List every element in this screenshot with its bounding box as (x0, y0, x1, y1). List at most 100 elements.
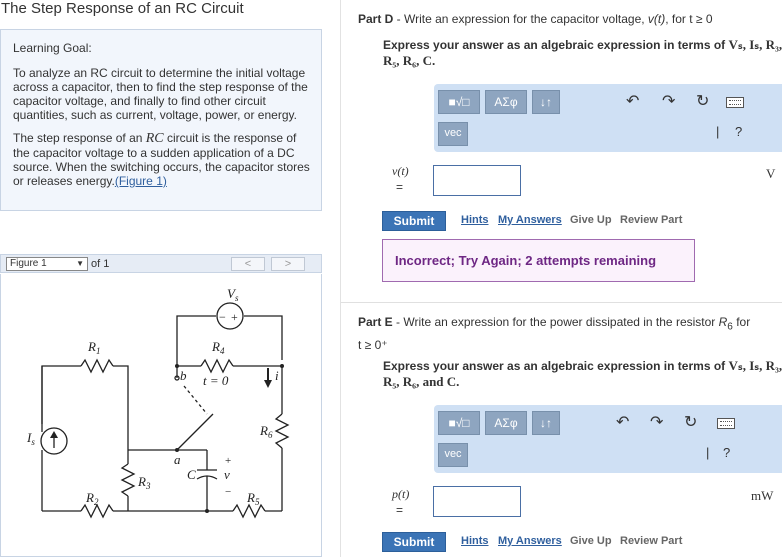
vs-plus-minus: − (219, 310, 226, 324)
circuit-diagram: Vs − + R1 R4 b t = 0 i R6 Is a + C v − R… (26, 286, 290, 519)
templates-button[interactable]: ■√□ (438, 411, 480, 435)
current-source-arrowhead (50, 431, 58, 438)
c-label: C (187, 467, 196, 482)
figure-count: of 1 (91, 258, 110, 270)
part-d-instr-syms: Vₛ, Iₛ, R₃, (728, 37, 782, 52)
learning-goal-title: Learning Goal: (13, 41, 92, 55)
part-e-tail: for (732, 315, 751, 329)
help-button[interactable]: ? (723, 445, 730, 460)
reset-icon[interactable]: ↻ (696, 94, 709, 110)
redo-icon[interactable]: ↷ (662, 94, 675, 110)
part-d-equals: = (396, 180, 404, 194)
prev-figure-button[interactable]: < (231, 257, 265, 271)
part-d-heading: Part D - Write an expression for the cap… (358, 12, 713, 26)
redo-icon[interactable]: ↷ (650, 415, 663, 431)
wire-top-left (176, 315, 216, 354)
part-e-my-answers-link[interactable]: My Answers (498, 535, 562, 547)
part-e-heading: Part E - Write an expression for the pow… (358, 313, 782, 354)
part-e-math-toolbar: ■√□ ΑΣφ ↓↑ vec ↶ ↷ ↻ | ? (434, 405, 782, 473)
part-e-label: Part E (358, 315, 393, 329)
r5-label: R5 (246, 490, 260, 507)
cap-plus: + (225, 455, 231, 467)
arrows-button[interactable]: ↓↑ (532, 411, 560, 435)
part-d-label: Part D (358, 12, 394, 26)
toolbar-divider: | (716, 124, 720, 139)
templates-button[interactable]: ■√□ (438, 90, 480, 114)
part-d-text: - Write an expression for the capacitor … (393, 12, 648, 26)
part-e-review-part-link[interactable]: Review Part (620, 535, 682, 547)
part-divider (341, 302, 782, 303)
r1-resistor (80, 358, 114, 374)
r6-resistor (274, 413, 290, 449)
part-e-answer-input[interactable] (433, 486, 521, 517)
part-d-instr-line2: R₅, R₆, C. (383, 53, 436, 68)
r5-resistor (232, 503, 266, 519)
part-d-answer-input[interactable] (433, 165, 521, 196)
undo-icon[interactable]: ↶ (616, 415, 629, 431)
current-i-arrowhead (264, 380, 272, 388)
greek-symbols-button[interactable]: ΑΣφ (485, 90, 527, 114)
part-e-give-up-link[interactable]: Give Up (570, 535, 612, 547)
figure-panel: Vs − + R1 R4 b t = 0 i R6 Is a + C v − R… (0, 274, 322, 557)
part-d-units: V (766, 166, 776, 181)
keyboard-icon[interactable] (717, 418, 735, 429)
part-d-math-toolbar: ■√□ ΑΣφ ↓↑ vec ↶ ↷ ↻ | ? (434, 84, 782, 152)
part-d-my-answers-link[interactable]: My Answers (498, 214, 562, 226)
r4-resistor (200, 358, 234, 374)
r3-resistor (120, 463, 136, 497)
toolbar-divider: | (706, 445, 710, 460)
b-label: b (180, 368, 187, 383)
part-d-var: v(t) (647, 12, 666, 26)
r3-label: R3 (137, 474, 151, 491)
r1-label: R1 (87, 339, 100, 356)
r4-label: R4 (211, 339, 225, 356)
r2-label: R2 (85, 490, 99, 507)
is-label: Is (26, 430, 35, 447)
reset-icon[interactable]: ↻ (684, 415, 697, 431)
keyboard-icon[interactable] (726, 97, 744, 108)
vs-label: Vs (227, 286, 239, 303)
part-d-hints-link[interactable]: Hints (461, 214, 489, 226)
figure-link[interactable]: (Figure 1) (115, 174, 167, 188)
v-label: v (224, 467, 230, 482)
wire-r4-left (176, 354, 201, 367)
part-e-instructions: Express your answer as an algebraic expr… (383, 358, 782, 390)
rc-term: RC (145, 131, 164, 146)
part-e-var-label: p(t) (392, 487, 410, 501)
part-d-review-part-link[interactable]: Review Part (620, 214, 682, 226)
vec-button[interactable]: vec (438, 122, 468, 146)
page-title: The Step Response of an RC Circuit (1, 0, 244, 17)
figure-select[interactable]: Figure 1 ▼ (6, 257, 88, 271)
left-panel: The Step Response of an RC Circuit Learn… (0, 0, 324, 557)
vec-button[interactable]: vec (438, 443, 468, 467)
part-d-give-up-link[interactable]: Give Up (570, 214, 612, 226)
wire-top-right (244, 315, 283, 360)
part-d-feedback: Incorrect; Try Again; 2 attempts remaini… (382, 239, 695, 282)
figure-toolbar: Figure 1 ▼ of 1 < > (0, 254, 322, 273)
part-e-submit-button[interactable]: Submit (382, 532, 446, 552)
part-e-hints-link[interactable]: Hints (461, 535, 489, 547)
r6-label: R6 (259, 423, 273, 440)
part-d-instructions: Express your answer as an algebraic expr… (383, 37, 782, 69)
part-e-text: - Write an expression for the power diss… (392, 315, 719, 329)
part-e-units: mW (751, 488, 774, 503)
chevron-down-icon: ▼ (76, 259, 84, 268)
figure-select-value: Figure 1 (10, 258, 47, 269)
right-panel: Part D - Write an expression for the cap… (340, 0, 782, 557)
switch-blade (176, 413, 214, 451)
part-e-equals: = (396, 503, 404, 517)
help-button[interactable]: ? (735, 124, 742, 139)
next-figure-button[interactable]: > (271, 257, 305, 271)
part-d-submit-button[interactable]: Submit (382, 211, 446, 231)
learning-goal-text: To analyze an RC circuit to determine th… (13, 66, 308, 122)
part-e-instr-syms: Vₛ, Iₛ, R₃, (728, 358, 782, 373)
undo-icon[interactable]: ↶ (626, 94, 639, 110)
arrows-button[interactable]: ↓↑ (532, 90, 560, 114)
part-e-var: R (718, 315, 728, 329)
greek-symbols-button[interactable]: ΑΣφ (485, 411, 527, 435)
part-d-tail: , for t ≥ 0 (665, 12, 713, 26)
vs-plus: + (231, 310, 238, 324)
part-e-instr-line2: R₅, R₆, and C. (383, 374, 460, 389)
learning-goal-description: The step response of an RC circuit is th… (13, 131, 311, 188)
i-label: i (275, 368, 279, 383)
